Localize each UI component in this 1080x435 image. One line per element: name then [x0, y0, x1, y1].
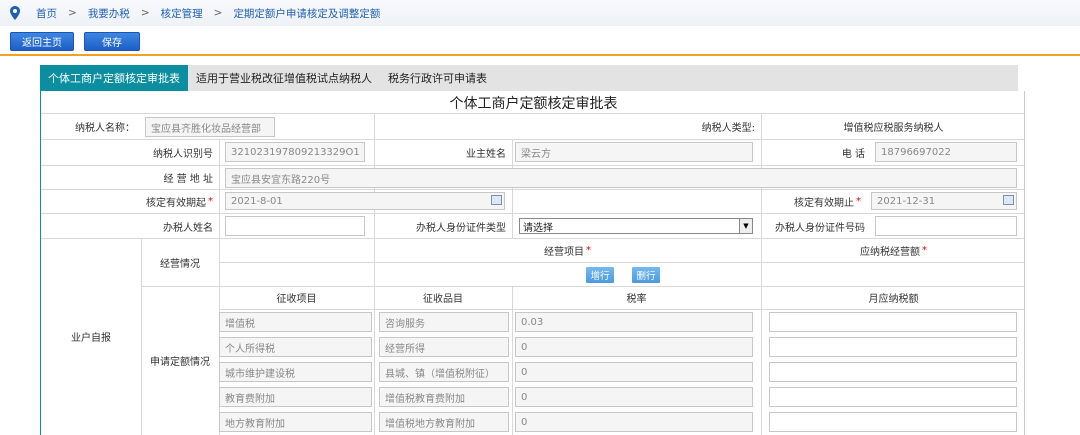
- row-levy-sub[interactable]: 咨询服务: [379, 312, 509, 332]
- calendar-icon[interactable]: [1003, 195, 1014, 205]
- form-title: 个体工商户定额核定审批表: [449, 96, 618, 112]
- row-monthly-tax[interactable]: [769, 362, 1017, 382]
- row-levy-item[interactable]: 教育费附加: [219, 387, 372, 407]
- row-levy-item[interactable]: 增值税: [219, 312, 372, 332]
- row-monthly-tax[interactable]: [769, 337, 1017, 357]
- row-monthly-tax[interactable]: [769, 412, 1017, 432]
- chevron-down-icon[interactable]: ▼: [739, 219, 752, 233]
- breadcrumb-home[interactable]: 首页: [36, 6, 57, 21]
- address-field[interactable]: 宝应县安宜东路220号: [225, 168, 1017, 188]
- taxpayer-name-label: 纳税人名称：: [75, 123, 135, 134]
- breadcrumb: 首页 > 我要办税 > 核定管理 > 定期定额户申请核定及调整定额: [0, 0, 1080, 26]
- owner-label: 业主姓名: [466, 149, 506, 160]
- tab-admin-license[interactable]: 税务行政许可申请表: [380, 65, 495, 91]
- save-button[interactable]: 保存: [84, 32, 140, 51]
- owner-field[interactable]: 梁云方: [515, 142, 753, 162]
- header-monthly-tax: 月应纳税额: [868, 294, 919, 305]
- row-monthly-tax[interactable]: [769, 312, 1017, 332]
- phone-field[interactable]: 18796697022: [875, 142, 1017, 162]
- row-rate[interactable]: 0: [515, 387, 753, 407]
- breadcrumb-separator: >: [213, 7, 223, 19]
- breadcrumb-separator: >: [140, 7, 150, 19]
- breadcrumb-separator: >: [68, 7, 77, 19]
- id-type-select[interactable]: 请选择 ▼: [519, 218, 753, 234]
- row-levy-sub[interactable]: 增值税教育费附加: [379, 387, 509, 407]
- address-label: 经 营 地 址: [163, 174, 213, 185]
- taxpayer-name-field[interactable]: 宝应县齐胜化妆品经营部: [145, 117, 275, 137]
- row-levy-item[interactable]: 城市维护建设税: [219, 362, 372, 382]
- tax-id-field[interactable]: 321023197809213329O1: [225, 142, 365, 162]
- breadcrumb-tax[interactable]: 我要办税: [88, 6, 130, 21]
- row-line: [219, 262, 1024, 263]
- business-item-header: 经营项目 *: [544, 244, 591, 258]
- row-levy-item[interactable]: 地方教育附加: [219, 412, 372, 432]
- tax-id-label: 纳税人识别号: [153, 149, 213, 160]
- row-levy-sub[interactable]: 县城、镇（增值税附征）: [379, 362, 509, 382]
- add-row-button[interactable]: 增行: [586, 267, 614, 283]
- agent-name-field[interactable]: [225, 216, 365, 236]
- approval-form: 个体工商户定额核定审批表 纳税人名称： 宝应县齐胜化妆品经营部 纳税人类型: 增…: [40, 91, 1025, 435]
- home-button[interactable]: 返回主页: [10, 32, 74, 51]
- id-number-field[interactable]: [875, 216, 1017, 236]
- row-levy-sub[interactable]: 增值税地方教育附加: [379, 412, 509, 432]
- divider: [0, 54, 1080, 56]
- delete-row-button[interactable]: 删行: [632, 267, 660, 283]
- self-report-label: 业户自报: [71, 333, 111, 344]
- business-label: 经营情况: [160, 258, 200, 270]
- row-levy-item[interactable]: 个人所得税: [219, 337, 372, 357]
- end-date-field[interactable]: 2021-12-31: [871, 192, 1017, 210]
- tab-self-employed-form[interactable]: 个体工商户定额核定审批表: [40, 65, 188, 91]
- agent-name-label: 办税人姓名: [163, 222, 213, 234]
- apply-label: 申请定额情况: [150, 357, 210, 368]
- row-line: [219, 309, 1024, 310]
- start-date-label: 核定有效期起 *: [146, 196, 213, 209]
- header-levy-item: 征收项目: [276, 294, 317, 305]
- calendar-icon[interactable]: [491, 195, 502, 205]
- tab-bar: 个体工商户定额核定审批表 适用于营业税改征增值税试点纳税人 税务行政许可申请表: [40, 65, 1018, 91]
- toolbar: 返回主页 保存: [10, 32, 140, 51]
- row-rate[interactable]: 0.03: [515, 312, 753, 332]
- breadcrumb-assessment[interactable]: 核定管理: [161, 6, 203, 21]
- start-date-field[interactable]: 2021-8-01: [225, 192, 505, 210]
- id-type-label: 办税人身份证件类型: [416, 222, 506, 234]
- header-rate: 税率: [626, 294, 647, 305]
- row-levy-sub[interactable]: 经营所得: [379, 337, 509, 357]
- header-levy-sub: 征收品目: [423, 294, 463, 305]
- taxable-amount-header: 应纳税经营额 *: [860, 244, 927, 258]
- id-number-label: 办税人身份证件号码: [775, 222, 865, 234]
- phone-label: 电 话: [841, 149, 865, 160]
- col-line: [512, 139, 513, 238]
- tab-vat-pilot[interactable]: 适用于营业税改征增值税试点纳税人: [188, 65, 380, 91]
- row-rate[interactable]: 0: [515, 337, 753, 357]
- end-date-label: 核定有效期止 *: [794, 196, 861, 209]
- taxpayer-type-label: 纳税人类型:: [701, 123, 755, 134]
- row-monthly-tax[interactable]: [769, 387, 1017, 407]
- location-pin-icon: [10, 6, 20, 20]
- row-rate[interactable]: 0: [515, 412, 753, 432]
- breadcrumb-current: 定期定额户申请核定及调整定额: [233, 7, 381, 20]
- row-rate[interactable]: 0: [515, 362, 753, 382]
- taxpayer-type-value: 增值税应税服务纳税人: [843, 123, 944, 134]
